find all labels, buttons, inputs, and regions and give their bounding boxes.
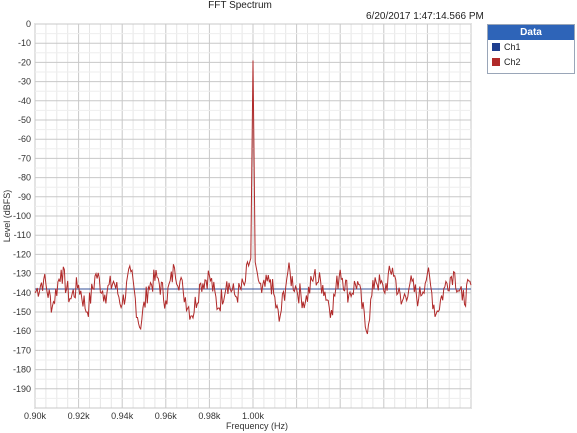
legend-item-ch1[interactable]: Ch1 — [488, 40, 574, 55]
y-tick-label: -90 — [18, 192, 31, 202]
y-tick-label: -60 — [18, 134, 31, 144]
x-tick-label: 0.94k — [111, 411, 134, 421]
x-axis-title: Frequency (Hz) — [226, 421, 288, 431]
y-tick-label: -190 — [13, 384, 31, 394]
x-tick-label: 0.96k — [155, 411, 178, 421]
x-tick-label: 0.98k — [198, 411, 221, 421]
legend: Data Ch1 Ch2 — [487, 24, 575, 74]
legend-item-ch2[interactable]: Ch2 — [488, 55, 574, 70]
y-tick-label: -10 — [18, 38, 31, 48]
x-tick-label: 0.92k — [68, 411, 91, 421]
y-tick-label: 0 — [26, 19, 31, 29]
y-tick-label: -160 — [13, 326, 31, 336]
y-tick-label: -140 — [13, 288, 31, 298]
y-tick-label: -150 — [13, 307, 31, 317]
x-tick-label: 0.90k — [24, 411, 47, 421]
y-tick-label: -30 — [18, 77, 31, 87]
y-tick-label: -180 — [13, 365, 31, 375]
y-tick-label: -80 — [18, 173, 31, 183]
y-tick-label: -70 — [18, 153, 31, 163]
legend-label-ch1: Ch1 — [504, 42, 521, 52]
y-axis-title: Level (dBFS) — [2, 190, 12, 243]
legend-label-ch2: Ch2 — [504, 57, 521, 67]
y-tick-label: -20 — [18, 57, 31, 67]
y-tick-label: -40 — [18, 96, 31, 106]
legend-swatch-ch2 — [492, 58, 500, 66]
x-tick-label: 1.00k — [242, 411, 265, 421]
y-tick-label: -100 — [13, 211, 31, 221]
y-tick-label: -170 — [13, 345, 31, 355]
y-tick-label: -120 — [13, 249, 31, 259]
legend-swatch-ch1 — [492, 43, 500, 51]
y-tick-label: -110 — [14, 230, 31, 240]
fft-chart-frame: FFT Spectrum 6/20/2017 1:47:14.566 PM AP… — [0, 0, 577, 433]
y-tick-label: -50 — [18, 115, 31, 125]
y-tick-label: -130 — [13, 269, 31, 279]
legend-title: Data — [488, 25, 574, 40]
